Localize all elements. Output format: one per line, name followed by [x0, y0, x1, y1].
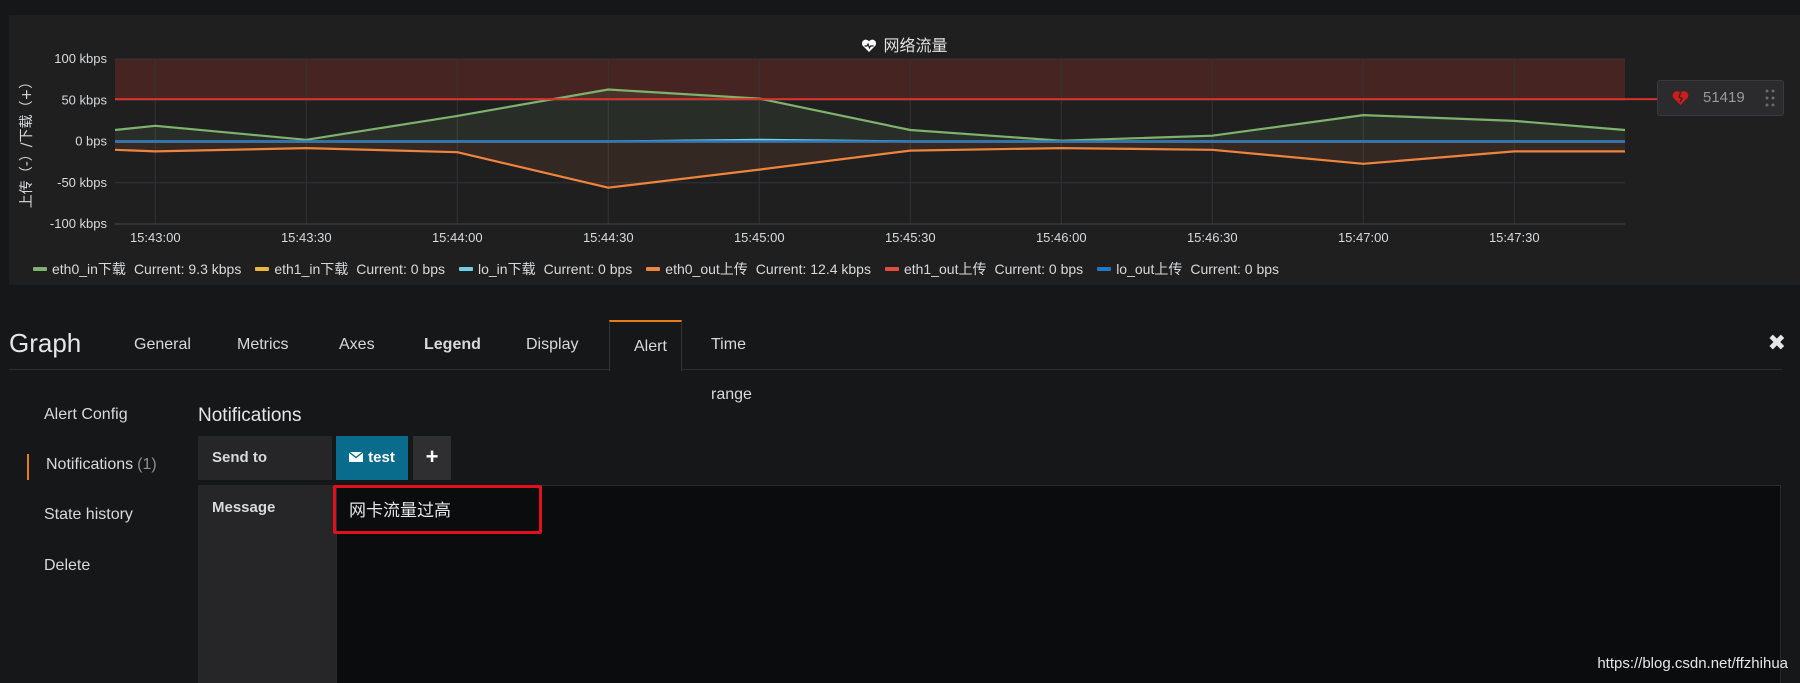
x-tick-label: 15:46:30 — [1187, 230, 1238, 245]
y-axis-label: 上传（-）/下载（+） — [19, 75, 35, 209]
y-tick-label: 0 bps — [75, 134, 107, 149]
legend-item[interactable]: lo_out上传 Current: 0 bps — [1097, 259, 1279, 279]
x-tick-label: 15:47:00 — [1338, 230, 1389, 245]
tab-axes[interactable]: Axes — [315, 320, 399, 370]
legend-item[interactable]: eth1_in下载 Current: 0 bps — [255, 259, 445, 279]
legend-current-value: Current: 0 bps — [994, 261, 1084, 277]
legend-current-value: Current: 0 bps — [1190, 261, 1280, 277]
side-item-label: Alert Config — [44, 406, 128, 423]
side-item-label: Notifications — [46, 456, 134, 473]
add-channel-button[interactable]: + — [413, 436, 451, 480]
legend-swatch — [884, 267, 899, 271]
tab-general[interactable]: General — [110, 320, 215, 370]
legend-swatch — [646, 267, 661, 271]
panel-title-text: 网络流量 — [883, 38, 948, 55]
legend-item[interactable]: eth0_out上传 Current: 12.4 kbps — [646, 259, 871, 279]
threshold-value[interactable]: 51419 — [1703, 89, 1745, 106]
side-item-delete[interactable]: Delete — [44, 557, 90, 575]
x-tick-label: 15:46:00 — [1036, 230, 1087, 245]
legend-series-name: eth0_out上传 — [665, 261, 748, 277]
x-tick-label: 15:45:30 — [885, 230, 936, 245]
tab-legend[interactable]: Legend — [400, 320, 505, 370]
legend-item[interactable]: eth0_in下载 Current: 9.3 kbps — [33, 259, 241, 279]
tab-alert[interactable]: Alert — [609, 320, 682, 371]
highlight-box — [333, 485, 542, 534]
tab-display[interactable]: Display — [502, 320, 602, 370]
y-tick-label: -50 kbps — [57, 175, 107, 190]
legend-current-value: Current: 9.3 kbps — [133, 261, 242, 277]
x-tick-label: 15:45:00 — [734, 230, 785, 245]
channel-label: test — [368, 449, 395, 466]
legend-swatch — [255, 267, 270, 271]
message-label: Message — [198, 485, 336, 683]
x-tick-label: 15:43:00 — [130, 230, 181, 245]
graph-panel: 100 kbps 50 kbps 0 bps -50 kbps -100 kbps 15:… — [9, 15, 1800, 285]
broken-heart-icon — [1672, 91, 1689, 105]
legend-current-value: Current: 0 bps — [356, 261, 445, 277]
side-item-label: Delete — [44, 557, 91, 574]
legend-series-name: eth0_in下载 — [52, 261, 126, 277]
legend-item[interactable]: lo_in下载 Current: 0 bps — [458, 259, 633, 279]
legend-item[interactable]: eth1_out上传 Current: 0 bps — [884, 259, 1084, 279]
close-icon[interactable]: ✖ — [1768, 330, 1786, 356]
legend-swatch — [458, 267, 473, 271]
x-tick-label: 15:47:30 — [1489, 230, 1540, 245]
side-item-state-history[interactable]: State history — [44, 506, 133, 524]
legend-swatch — [1097, 267, 1112, 271]
side-item-label: State history — [44, 506, 133, 523]
legend-swatch — [33, 267, 47, 271]
active-indicator — [27, 454, 29, 480]
legend-series-name: lo_in下载 — [477, 261, 536, 277]
heart-icon — [862, 39, 877, 52]
y-tick-label: 50 kbps — [61, 92, 107, 107]
envelope-icon — [349, 452, 364, 462]
y-tick-label: -100 kbps — [50, 216, 108, 231]
chart-legend: eth0_in下载 Current: 9.3 kbps eth1_in下载 Curre… — [33, 259, 1293, 279]
legend-series-name: eth1_out上传 — [903, 261, 987, 277]
side-item-alert-config[interactable]: Alert Config — [44, 406, 128, 424]
threshold-region — [115, 59, 1625, 100]
x-tick-label: 15:44:00 — [432, 230, 483, 245]
watermark: https://blog.csdn.net/ffzhihua — [1597, 655, 1788, 672]
threshold-handle[interactable]: 51419 — [1657, 80, 1784, 116]
legend-series-name: eth1_in下载 — [274, 261, 349, 277]
side-item-notifications[interactable]: Notifications (1) — [46, 456, 157, 474]
message-textarea[interactable]: 网卡流量过高 — [336, 485, 1781, 683]
notification-channel-test[interactable]: test — [336, 436, 408, 480]
notifications-heading: Notifications — [198, 405, 302, 426]
editor-title: Graph — [9, 328, 82, 358]
tab-metrics[interactable]: Metrics — [213, 320, 313, 370]
tab-time-range[interactable]: Time range — [687, 320, 776, 403]
legend-series-name: lo_out上传 — [1116, 261, 1183, 277]
x-tick-label: 15:43:30 — [281, 230, 332, 245]
drag-handle-icon[interactable] — [1765, 88, 1775, 108]
panel-title[interactable]: 网络流量 — [9, 32, 1800, 56]
notification-count: (1) — [137, 456, 157, 473]
send-to-label: Send to — [198, 436, 332, 480]
legend-current-value: Current: 12.4 kbps — [755, 261, 871, 277]
x-tick-label: 15:44:30 — [583, 230, 634, 245]
legend-current-value: Current: 0 bps — [543, 261, 633, 277]
